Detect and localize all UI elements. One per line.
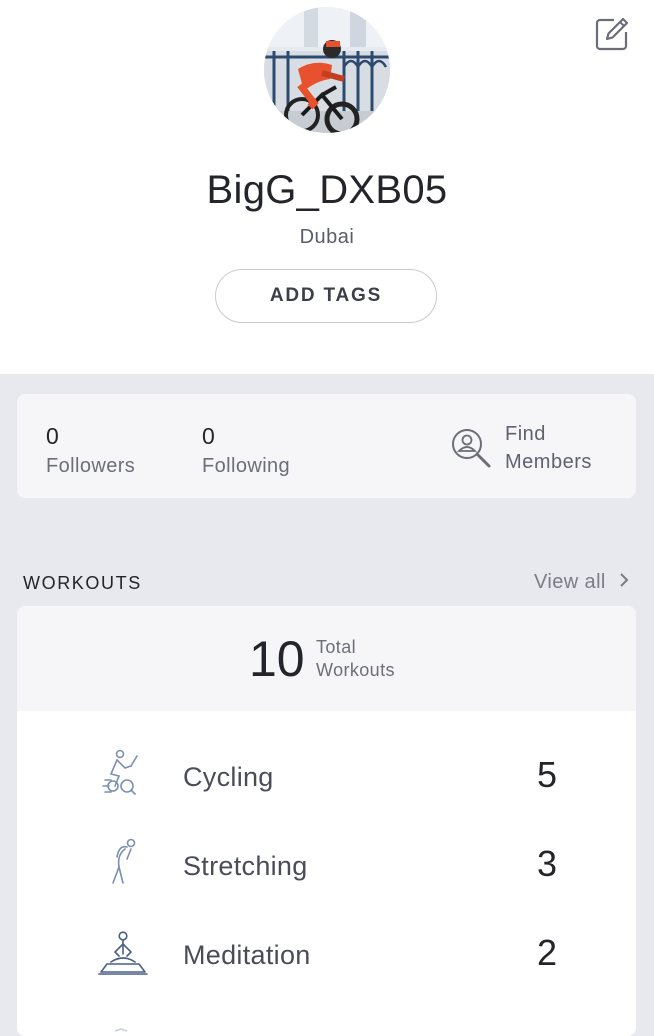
workout-count: 3 bbox=[536, 843, 558, 884]
username: BigG_DXB05 bbox=[206, 168, 448, 212]
profile-header: BigG_DXB05 Dubai ADD TAGS bbox=[0, 0, 654, 374]
find-members-line1: Find bbox=[505, 423, 546, 445]
avatar-photo bbox=[264, 7, 390, 133]
cycling-icon bbox=[102, 749, 138, 795]
following-label: Following bbox=[202, 455, 291, 477]
total-workouts-line1: Total bbox=[316, 637, 357, 657]
workouts-section-title: WORKOUTS bbox=[23, 573, 142, 593]
workout-count: 5 bbox=[536, 754, 558, 795]
workout-row-cycling[interactable]: Cycling 5 bbox=[17, 736, 636, 816]
workout-name: Meditation bbox=[183, 940, 311, 970]
total-workouts-count: 10 bbox=[249, 631, 305, 687]
find-members-line2: Members bbox=[505, 451, 592, 473]
total-workouts-line2: Workouts bbox=[316, 660, 395, 680]
total-workouts-band: 10 Total Workouts bbox=[17, 606, 636, 711]
workout-row-partial[interactable] bbox=[17, 1003, 636, 1036]
following-count: 0 bbox=[202, 423, 215, 449]
location: Dubai bbox=[299, 226, 355, 248]
avatar[interactable] bbox=[264, 7, 390, 133]
workouts-card: 10 Total Workouts Cycling 5 Stretching 3… bbox=[17, 606, 636, 1036]
view-all-link[interactable]: View all bbox=[534, 571, 630, 594]
following-stat[interactable]: 0 Following bbox=[202, 424, 290, 478]
chevron-right-icon bbox=[620, 573, 629, 587]
meditation-icon bbox=[98, 931, 148, 975]
workout-icon-partial bbox=[114, 1028, 128, 1032]
edit-icon bbox=[595, 17, 629, 51]
workout-name: Cycling bbox=[183, 762, 274, 792]
followers-label: Followers bbox=[46, 455, 136, 477]
followers-stat[interactable]: 0 Followers bbox=[46, 424, 135, 478]
add-tags-button[interactable]: ADD TAGS bbox=[215, 269, 437, 323]
find-members-button[interactable]: Find Members bbox=[449, 418, 629, 478]
followers-count: 0 bbox=[46, 423, 59, 449]
workout-name: Stretching bbox=[183, 851, 308, 881]
find-members-icon bbox=[452, 429, 491, 468]
workout-row-meditation[interactable]: Meditation 2 bbox=[17, 914, 636, 994]
social-card: 0 Followers 0 Following Find Members bbox=[17, 394, 636, 498]
stretching-icon bbox=[112, 838, 136, 884]
edit-profile-button[interactable] bbox=[588, 10, 636, 58]
workout-row-stretching[interactable]: Stretching 3 bbox=[17, 825, 636, 905]
view-all-label: View all bbox=[534, 571, 606, 593]
workout-count: 2 bbox=[536, 932, 558, 973]
